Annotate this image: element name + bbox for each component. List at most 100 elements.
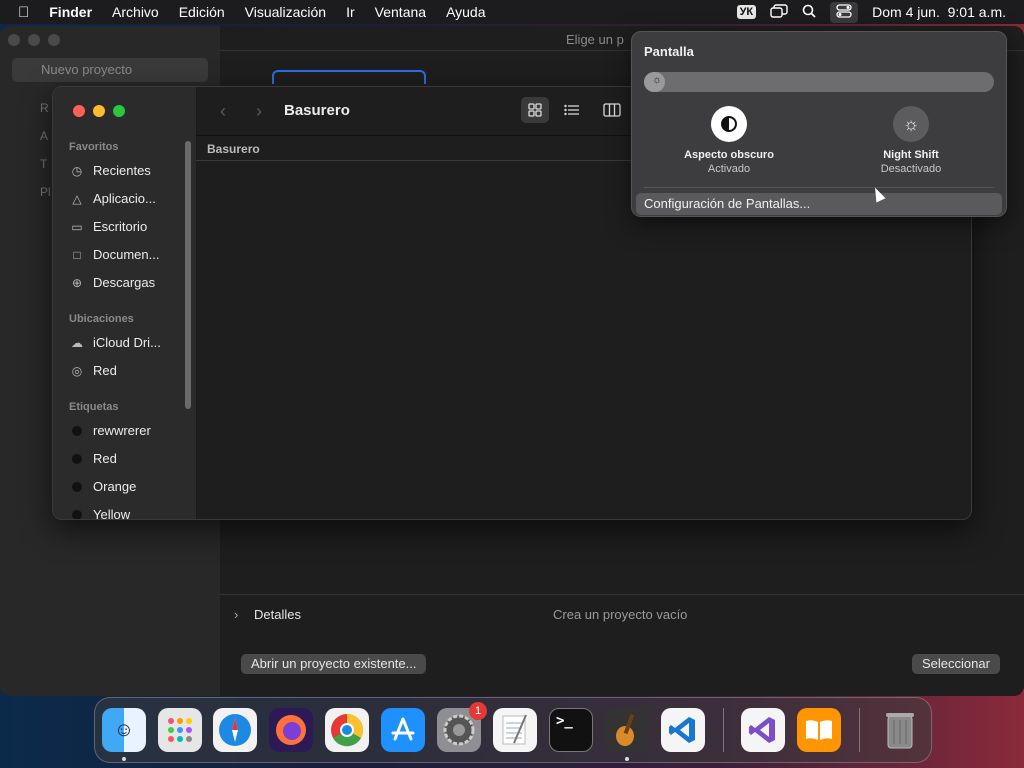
night-shift-sun-icon: ☼ <box>902 113 920 134</box>
menu-clock[interactable]: Dom 4 jun. 9:01 a.m. <box>872 4 1006 20</box>
tag-dot-icon <box>72 425 82 436</box>
column-view-button[interactable] <box>598 97 626 123</box>
sidebar-item-partial[interactable]: T <box>40 150 51 178</box>
minimize-button[interactable] <box>93 105 105 117</box>
sidebar-scrollbar[interactable] <box>185 141 191 409</box>
running-indicator <box>122 757 126 761</box>
sidebar-item-label: Documen... <box>93 247 160 262</box>
tag-dot-icon <box>72 481 82 492</box>
dock-textedit-icon[interactable] <box>493 708 537 752</box>
minimize-button[interactable] <box>28 34 40 46</box>
tag-item[interactable]: rewwrerer <box>69 423 151 438</box>
window-controls-inactive <box>8 34 60 46</box>
window-controls <box>73 105 125 117</box>
panel-title: Pantalla <box>644 44 694 59</box>
columns-icon <box>603 103 621 117</box>
sidebar-item-icloud[interactable]: ☁ iCloud Dri... <box>69 335 161 350</box>
brightness-slider[interactable]: ☼ <box>644 72 994 92</box>
sidebar-item-label: Red <box>93 363 117 378</box>
list-view-button[interactable] <box>558 97 586 123</box>
dock-terminal-icon[interactable]: >_ <box>549 708 593 752</box>
tag-dot-icon <box>72 453 82 464</box>
dock-visual-studio-icon[interactable] <box>741 708 785 752</box>
finder-title: Basurero <box>284 102 350 119</box>
screen-mirroring-icon[interactable] <box>770 3 788 21</box>
night-shift-state: Desactivado <box>880 163 942 175</box>
dark-mode-toggle[interactable] <box>711 106 747 142</box>
brightness-icon: ☼ <box>652 74 663 86</box>
sidebar-item-descargas[interactable]: ⊕ Descargas <box>69 275 155 290</box>
section-favorites: Favoritos <box>69 141 119 153</box>
menu-ventana[interactable]: Ventana <box>375 4 426 20</box>
close-button[interactable] <box>8 34 20 46</box>
display-control-panel: Pantalla ☼ Aspecto obscuro Activado ☼ Ni… <box>631 31 1007 217</box>
dock-trash-icon[interactable] <box>878 708 922 752</box>
menu-edicion[interactable]: Edición <box>179 4 225 20</box>
control-center-icon[interactable] <box>830 1 859 23</box>
dock-garageband-icon[interactable] <box>605 708 649 752</box>
back-arrow-icon[interactable]: ‹ <box>220 101 226 122</box>
dock-vscode-icon[interactable] <box>661 708 705 752</box>
template-thumbnail-selected[interactable] <box>272 70 426 84</box>
desktop-icon: ▭ <box>71 219 83 234</box>
night-shift-label: Night Shift <box>883 149 939 161</box>
sidebar-item-label: iCloud Dri... <box>93 335 161 350</box>
spotlight-search-icon[interactable] <box>802 4 816 21</box>
grid-icon <box>528 103 542 117</box>
tag-dot-icon <box>72 509 82 519</box>
dock-separator <box>859 708 860 752</box>
sidebar-item-aplicaciones[interactable]: △ Aplicacio... <box>69 191 156 206</box>
sidebar-item-label: Aplicacio... <box>93 191 156 206</box>
menu-ir[interactable]: Ir <box>346 4 355 20</box>
clock-icon: ◷ <box>71 163 83 178</box>
tag-label: Red <box>93 451 117 466</box>
template-description: Crea un proyecto vacío <box>553 607 688 622</box>
dock-finder-icon[interactable]: ☺ <box>102 708 146 752</box>
night-shift-toggle[interactable]: ☼ <box>893 106 929 142</box>
chevron-right-icon[interactable]: › <box>234 607 238 622</box>
details-label[interactable]: Detalles <box>254 607 301 622</box>
section-locations: Ubicaciones <box>69 313 134 325</box>
sidebar-item-partial[interactable]: Pl <box>40 178 51 206</box>
dock-safari-icon[interactable] <box>213 708 257 752</box>
apple-menu-icon[interactable]:  <box>18 4 29 21</box>
menu-app-name[interactable]: Finder <box>49 4 92 20</box>
dock-separator <box>723 708 724 752</box>
finder-sidebar: Favoritos ◷ Recientes △ Aplicacio... ▭ Escr… <box>53 87 197 519</box>
open-existing-project-button[interactable]: Abrir un proyecto existente... <box>241 654 427 674</box>
tag-label: Orange <box>93 479 137 494</box>
sidebar-item-label: Descargas <box>93 275 156 290</box>
sidebar-item-red[interactable]: ◎ Red <box>69 363 117 378</box>
display-settings-link[interactable]: Configuración de Pantallas... <box>636 193 1002 215</box>
sidebar-item-partial[interactable]: R <box>40 94 51 122</box>
tag-item[interactable]: Orange <box>69 479 136 494</box>
dock-launchpad-icon[interactable] <box>158 708 202 752</box>
dock-books-icon[interactable] <box>797 708 841 752</box>
tag-item[interactable]: Red <box>69 451 117 466</box>
dock-chrome-icon[interactable] <box>325 708 369 752</box>
zoom-button[interactable] <box>48 34 60 46</box>
sidebar-item-recientes[interactable]: ◷ Recientes <box>69 163 151 178</box>
sidebar-item-label: Recientes <box>93 163 151 178</box>
download-icon: ⊕ <box>71 275 83 290</box>
sidebar-item-label: Escritorio <box>93 219 148 234</box>
icon-view-button[interactable] <box>521 97 549 123</box>
tag-label: rewwrerer <box>93 423 151 438</box>
forward-arrow-icon[interactable]: › <box>256 101 262 122</box>
zoom-button[interactable] <box>113 105 125 117</box>
sidebar-item-partial[interactable]: A <box>40 122 51 150</box>
sidebar-item-documentos[interactable]: □ Documen... <box>69 247 159 262</box>
close-button[interactable] <box>73 105 85 117</box>
menu-ayuda[interactable]: Ayuda <box>446 4 485 20</box>
tag-item[interactable]: Yellow <box>69 507 130 519</box>
sidebar-item-escritorio[interactable]: ▭ Escritorio <box>69 219 147 234</box>
apps-icon: △ <box>72 191 82 206</box>
keyboard-layout-indicator[interactable]: УК <box>736 5 757 19</box>
menu-visualizacion[interactable]: Visualización <box>245 4 326 20</box>
dark-mode-icon <box>721 116 737 132</box>
sidebar-item-new-project[interactable]: Nuevo proyecto <box>12 58 208 82</box>
dock-firefox-icon[interactable] <box>269 708 313 752</box>
select-button[interactable]: Seleccionar <box>912 654 1000 674</box>
dock-app-store-icon[interactable] <box>381 708 425 752</box>
menu-archivo[interactable]: Archivo <box>112 4 159 20</box>
